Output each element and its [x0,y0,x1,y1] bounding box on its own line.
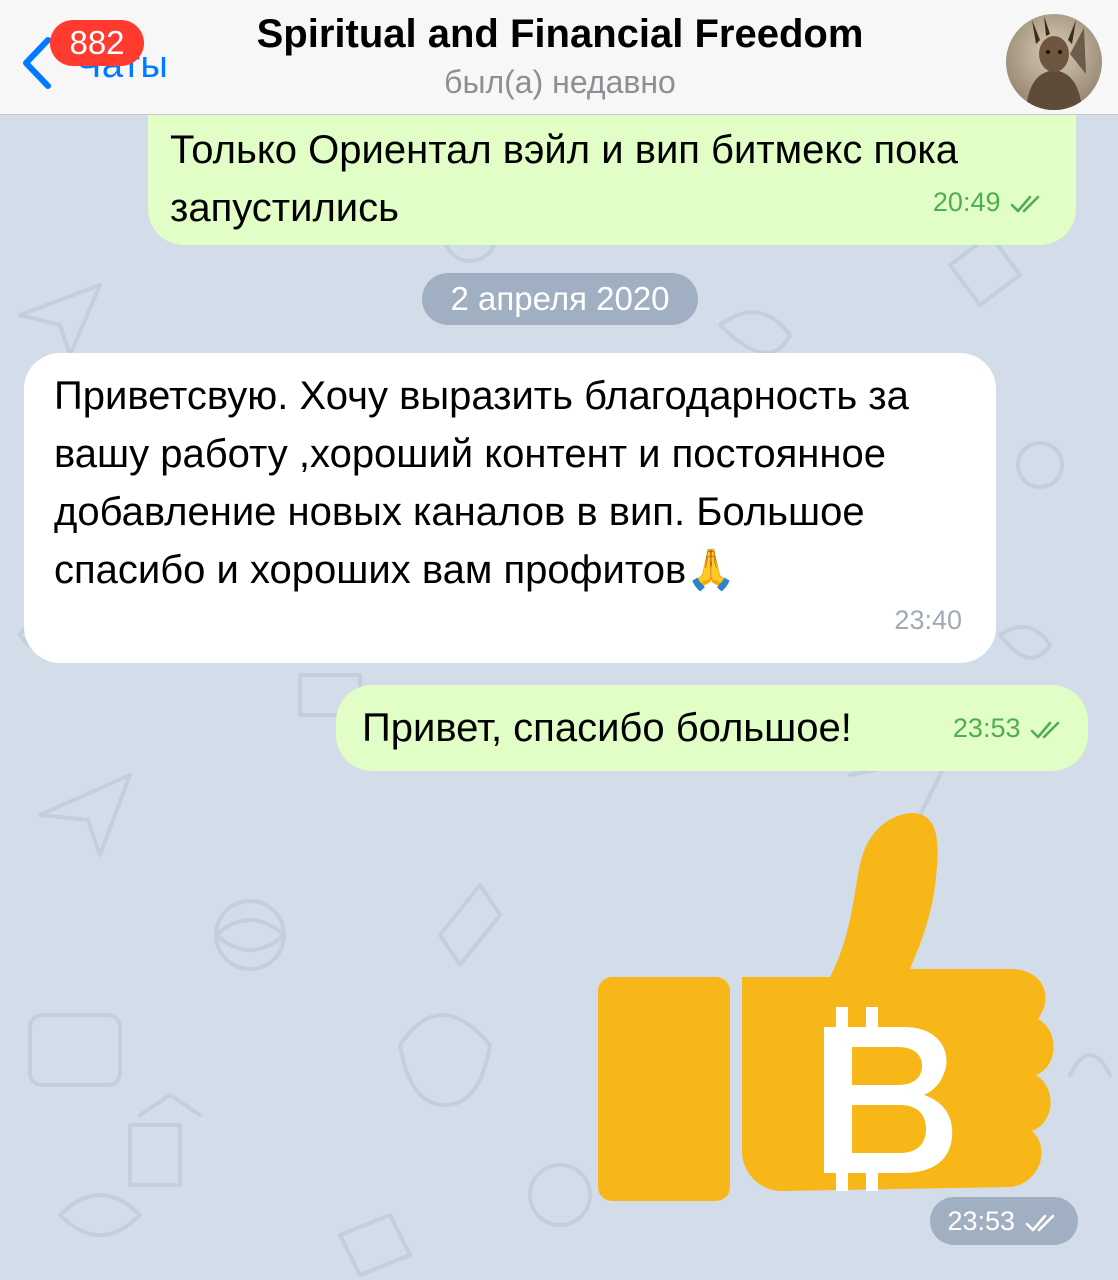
chevron-left-icon [23,37,51,89]
message-meta: 20:49 [933,173,1046,231]
sticker-time: 23:53 [930,1197,1078,1245]
double-check-icon [1030,721,1060,739]
message-text: Только Ориентал вэйл и вип битмекс пока … [170,128,958,230]
message-text: Привет, спасибо большое! [362,706,852,750]
message-time: 23:40 [894,605,962,635]
back-button[interactable]: Чаты 882 [14,14,184,94]
message-bubble-outgoing[interactable]: Только Ориентал вэйл и вип битмекс пока … [148,115,1076,245]
chat-status: был(а) недавно [444,64,676,100]
message-time: 23:53 [952,713,1021,743]
message-bubble-incoming[interactable]: Приветсвую. Хочу выразить благодарность … [24,353,996,663]
unread-badge: 882 [50,20,144,66]
message-time: 23:53 [947,1206,1016,1236]
avatar[interactable] [1006,14,1102,110]
date-separator: 2 апреля 2020 [422,273,698,325]
double-check-icon [1025,1214,1054,1232]
message-meta: 23:40 [894,591,962,649]
bitcoin-thumbs-up-icon[interactable] [592,811,1062,1211]
message-meta: 23:53 [953,699,1066,757]
message-text: Приветсвую. Хочу выразить благодарность … [54,374,909,592]
chat-area[interactable]: Только Ориентал вэйл и вип битмекс пока … [0,115,1118,1280]
message-time: 20:49 [932,187,1001,217]
chat-header: Чаты 882 Spiritual and Financial Freedom… [0,0,1118,115]
double-check-icon [1010,195,1040,213]
chat-title[interactable]: Spiritual and Financial Freedom [200,12,920,57]
message-bubble-outgoing[interactable]: Привет, спасибо большое! 23:53 [336,685,1088,771]
avatar-image [1006,14,1102,110]
